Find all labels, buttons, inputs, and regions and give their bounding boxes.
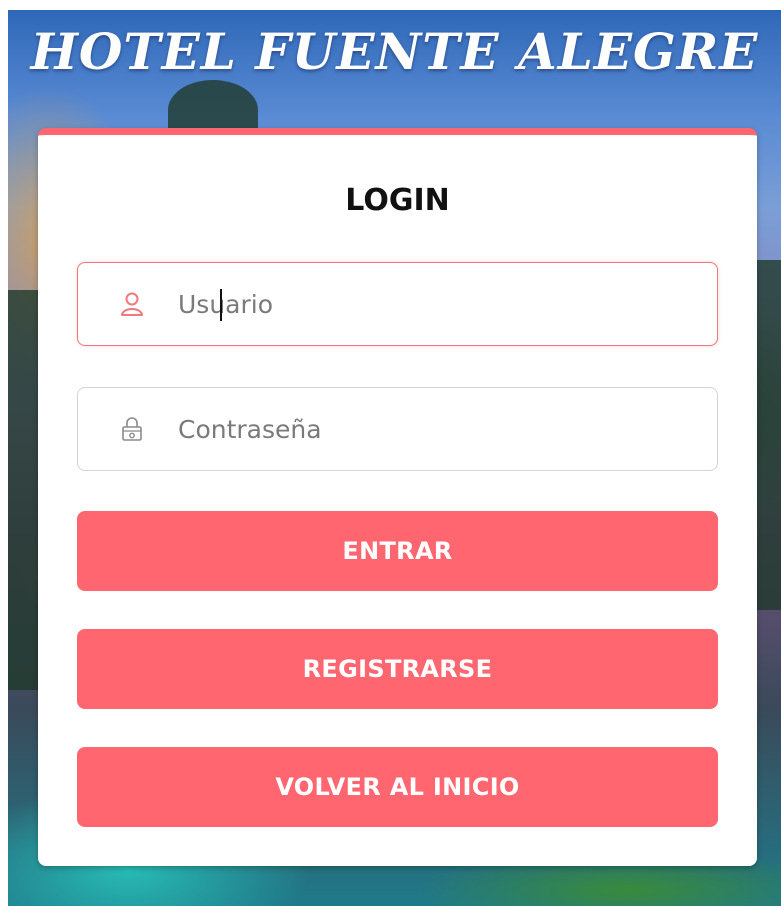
login-heading: LOGIN [345, 183, 450, 218]
back-to-home-button[interactable]: VOLVER AL INICIO [77, 747, 718, 827]
hotel-title: HOTEL FUENTE ALEGRE [30, 22, 759, 81]
username-field[interactable] [77, 262, 718, 346]
user-icon [120, 291, 144, 317]
register-button[interactable]: REGISTRARSE [77, 629, 718, 709]
palm-tree-silhouette [753, 260, 781, 610]
text-cursor [220, 289, 222, 321]
username-input[interactable] [178, 283, 698, 325]
password-input[interactable] [178, 408, 698, 450]
lock-icon [120, 416, 144, 442]
enter-button[interactable]: ENTRAR [77, 511, 718, 591]
password-field[interactable] [77, 387, 718, 471]
login-card: LOGIN ENTRAR REGISTRARSE VOLVER AL INICI… [38, 128, 757, 866]
